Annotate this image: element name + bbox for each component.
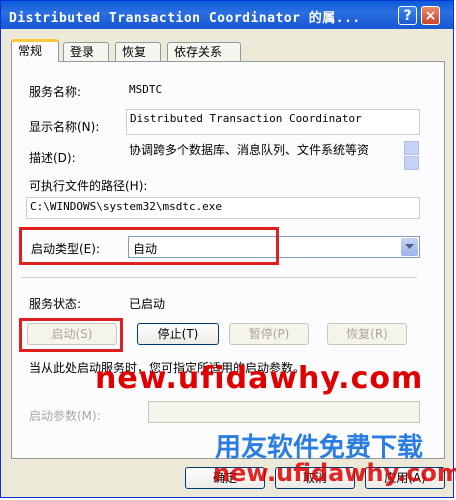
resume-button[interactable]: 恢复(R) <box>327 323 407 345</box>
description-field: 协调跨多个数据库、消息队列、文件系统等资 <box>129 143 370 157</box>
separator <box>21 277 417 278</box>
display-name-field[interactable]: Distributed Transaction Coordinator <box>126 109 420 135</box>
scroll-down-icon[interactable] <box>404 156 419 170</box>
tab-general[interactable]: 常规 <box>11 39 59 62</box>
status-value: 已启动 <box>129 297 166 311</box>
tab-dependencies[interactable]: 依存关系 <box>167 42 241 61</box>
start-button-highlight <box>19 318 123 352</box>
close-button[interactable]: × <box>421 6 440 25</box>
status-label: 服务状态: <box>29 297 82 311</box>
tab-logon[interactable]: 登录 <box>63 42 109 61</box>
properties-dialog: Distributed Transaction Coordinator 的属..… <box>0 0 456 498</box>
help-button[interactable]: ? <box>398 6 417 25</box>
watermark-url: new.ufidawhy.com <box>95 361 424 396</box>
startup-type-highlight <box>19 227 279 265</box>
description-label: 描述(D): <box>29 151 76 165</box>
service-name-label: 服务名称: <box>29 85 82 99</box>
dropdown-arrow-icon[interactable] <box>401 238 418 256</box>
tab-recovery[interactable]: 恢复 <box>115 42 161 61</box>
start-params-label: 启动参数(M): <box>29 409 101 423</box>
start-params-field <box>148 401 420 423</box>
exe-path-label: 可执行文件的路径(H): <box>29 179 148 193</box>
window-title: Distributed Transaction Coordinator 的属..… <box>9 11 361 26</box>
service-name-value: MSDTC <box>129 83 163 96</box>
description-scrollbar[interactable] <box>404 141 419 171</box>
display-name-label: 显示名称(N): <box>29 120 100 134</box>
scroll-up-icon[interactable] <box>404 141 419 155</box>
stop-button[interactable]: 停止(T) <box>137 323 219 345</box>
title-bar: Distributed Transaction Coordinator 的属..… <box>1 1 453 29</box>
watermark-url-bottom: new.ufidawhy.com <box>213 459 456 487</box>
pause-button[interactable]: 暂停(P) <box>229 323 309 345</box>
exe-path-field: C:\WINDOWS\system32\msdtc.exe <box>26 197 420 219</box>
